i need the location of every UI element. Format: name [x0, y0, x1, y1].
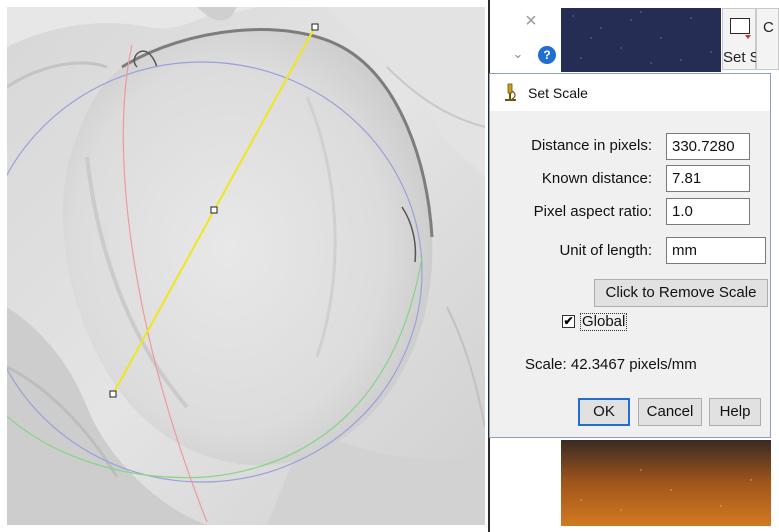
orange-texture: [561, 440, 771, 526]
set-scale-dialog: Set Scale Distance in pixels: Known dist…: [489, 73, 771, 438]
distance-in-pixels-label: Distance in pixels:: [531, 137, 652, 154]
line-handle-start[interactable]: [311, 23, 319, 31]
global-checkbox[interactable]: ✔: [562, 315, 575, 328]
dialog-titlebar[interactable]: Set Scale: [490, 74, 770, 111]
pixel-aspect-ratio-label: Pixel aspect ratio:: [533, 203, 652, 220]
global-checkbox-label[interactable]: Global: [580, 313, 628, 331]
help-button[interactable]: Help: [709, 398, 761, 426]
close-icon[interactable]: ×: [518, 8, 544, 34]
help-icon[interactable]: ?: [538, 46, 556, 64]
line-handle-mid[interactable]: [210, 206, 218, 214]
next-tool-label: C: [763, 19, 774, 36]
image-thumbnail-top[interactable]: [561, 8, 721, 72]
tool-menu-arrow-icon: [745, 35, 751, 39]
distance-in-pixels-field[interactable]: [666, 133, 750, 160]
known-distance-field[interactable]: [666, 165, 750, 192]
scale-readout: Scale: 42.3467 pixels/mm: [525, 356, 697, 373]
next-tool-button[interactable]: C: [756, 8, 779, 70]
remove-scale-button[interactable]: Click to Remove Scale: [594, 279, 768, 307]
cancel-button[interactable]: Cancel: [638, 398, 702, 426]
pixel-aspect-ratio-field[interactable]: [666, 198, 750, 225]
surface-viewport[interactable]: [7, 7, 485, 525]
set-scale-tool-button[interactable]: Set Sc: [722, 8, 767, 70]
unit-of-length-field[interactable]: [666, 237, 766, 264]
ok-button[interactable]: OK: [578, 398, 630, 426]
chevron-down-icon[interactable]: ⌄: [508, 44, 528, 64]
surface-render: [7, 7, 485, 525]
rectangle-tool-icon: [730, 18, 750, 34]
unit-of-length-label: Unit of length:: [559, 242, 652, 259]
microscope-icon: [505, 83, 516, 101]
image-thumbnail-bottom[interactable]: [561, 440, 771, 526]
known-distance-label: Known distance:: [541, 170, 652, 187]
dialog-title: Set Scale: [528, 85, 588, 101]
line-handle-end[interactable]: [109, 390, 117, 398]
noise-texture: [561, 8, 721, 72]
